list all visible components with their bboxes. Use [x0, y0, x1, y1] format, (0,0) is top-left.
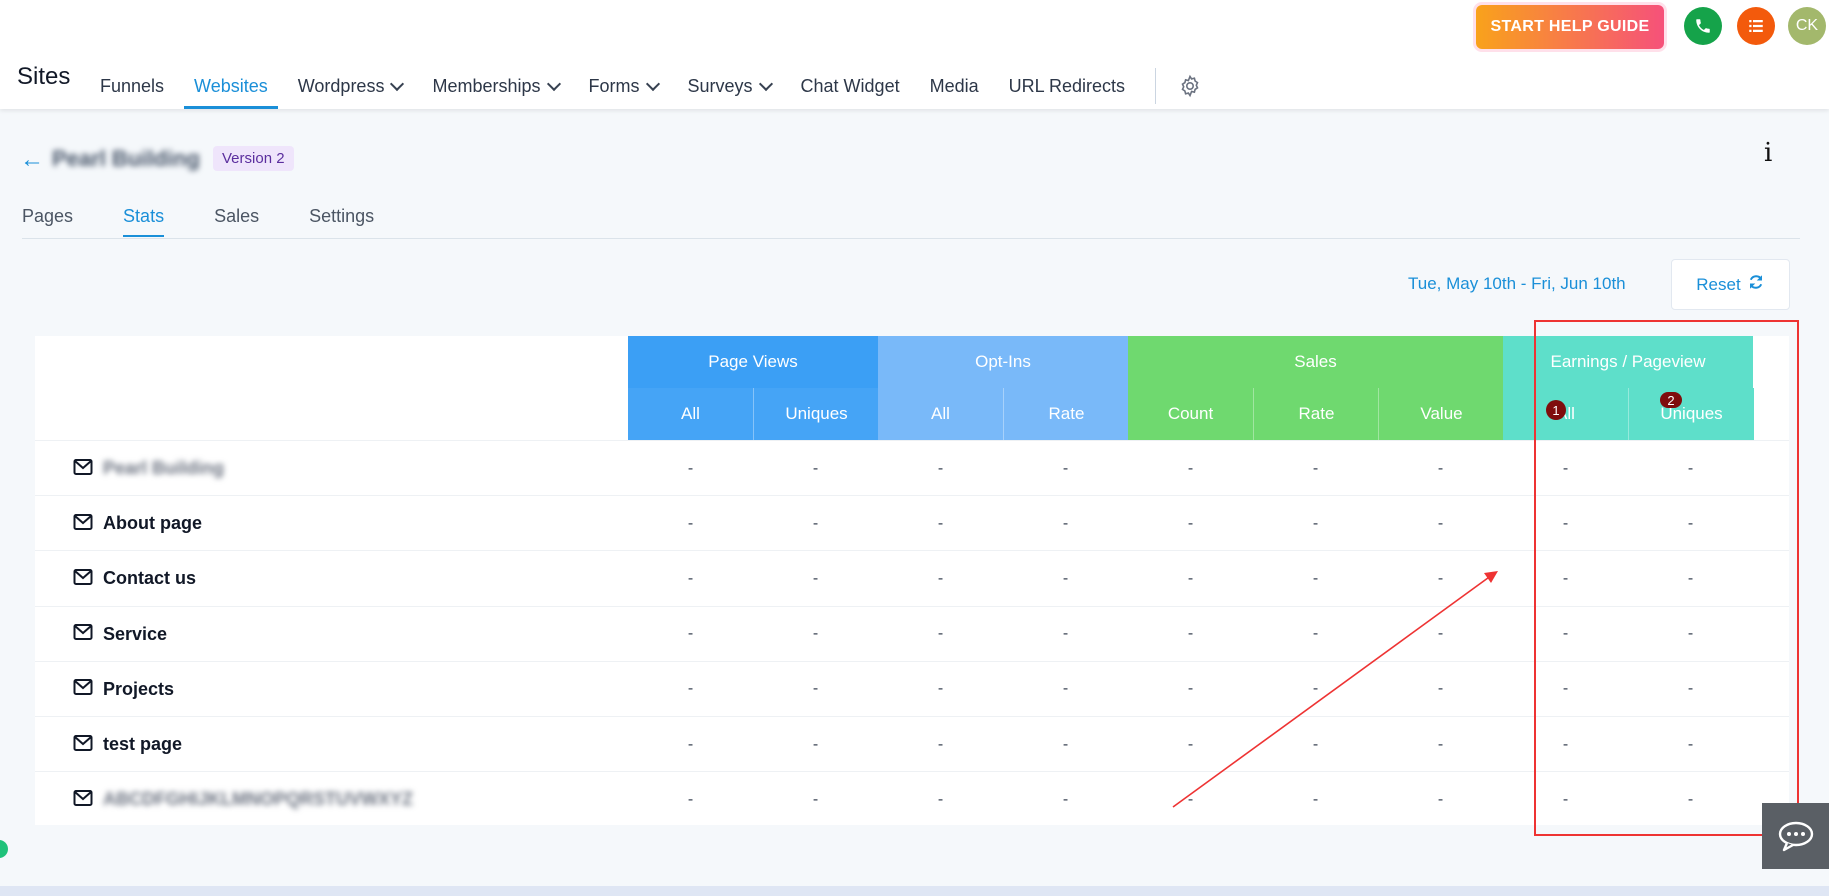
chat-icon [1778, 821, 1813, 852]
annotation-arrow [1172, 571, 1498, 808]
chat-widget-button[interactable] [1762, 803, 1829, 869]
bottom-strip [0, 886, 1829, 896]
